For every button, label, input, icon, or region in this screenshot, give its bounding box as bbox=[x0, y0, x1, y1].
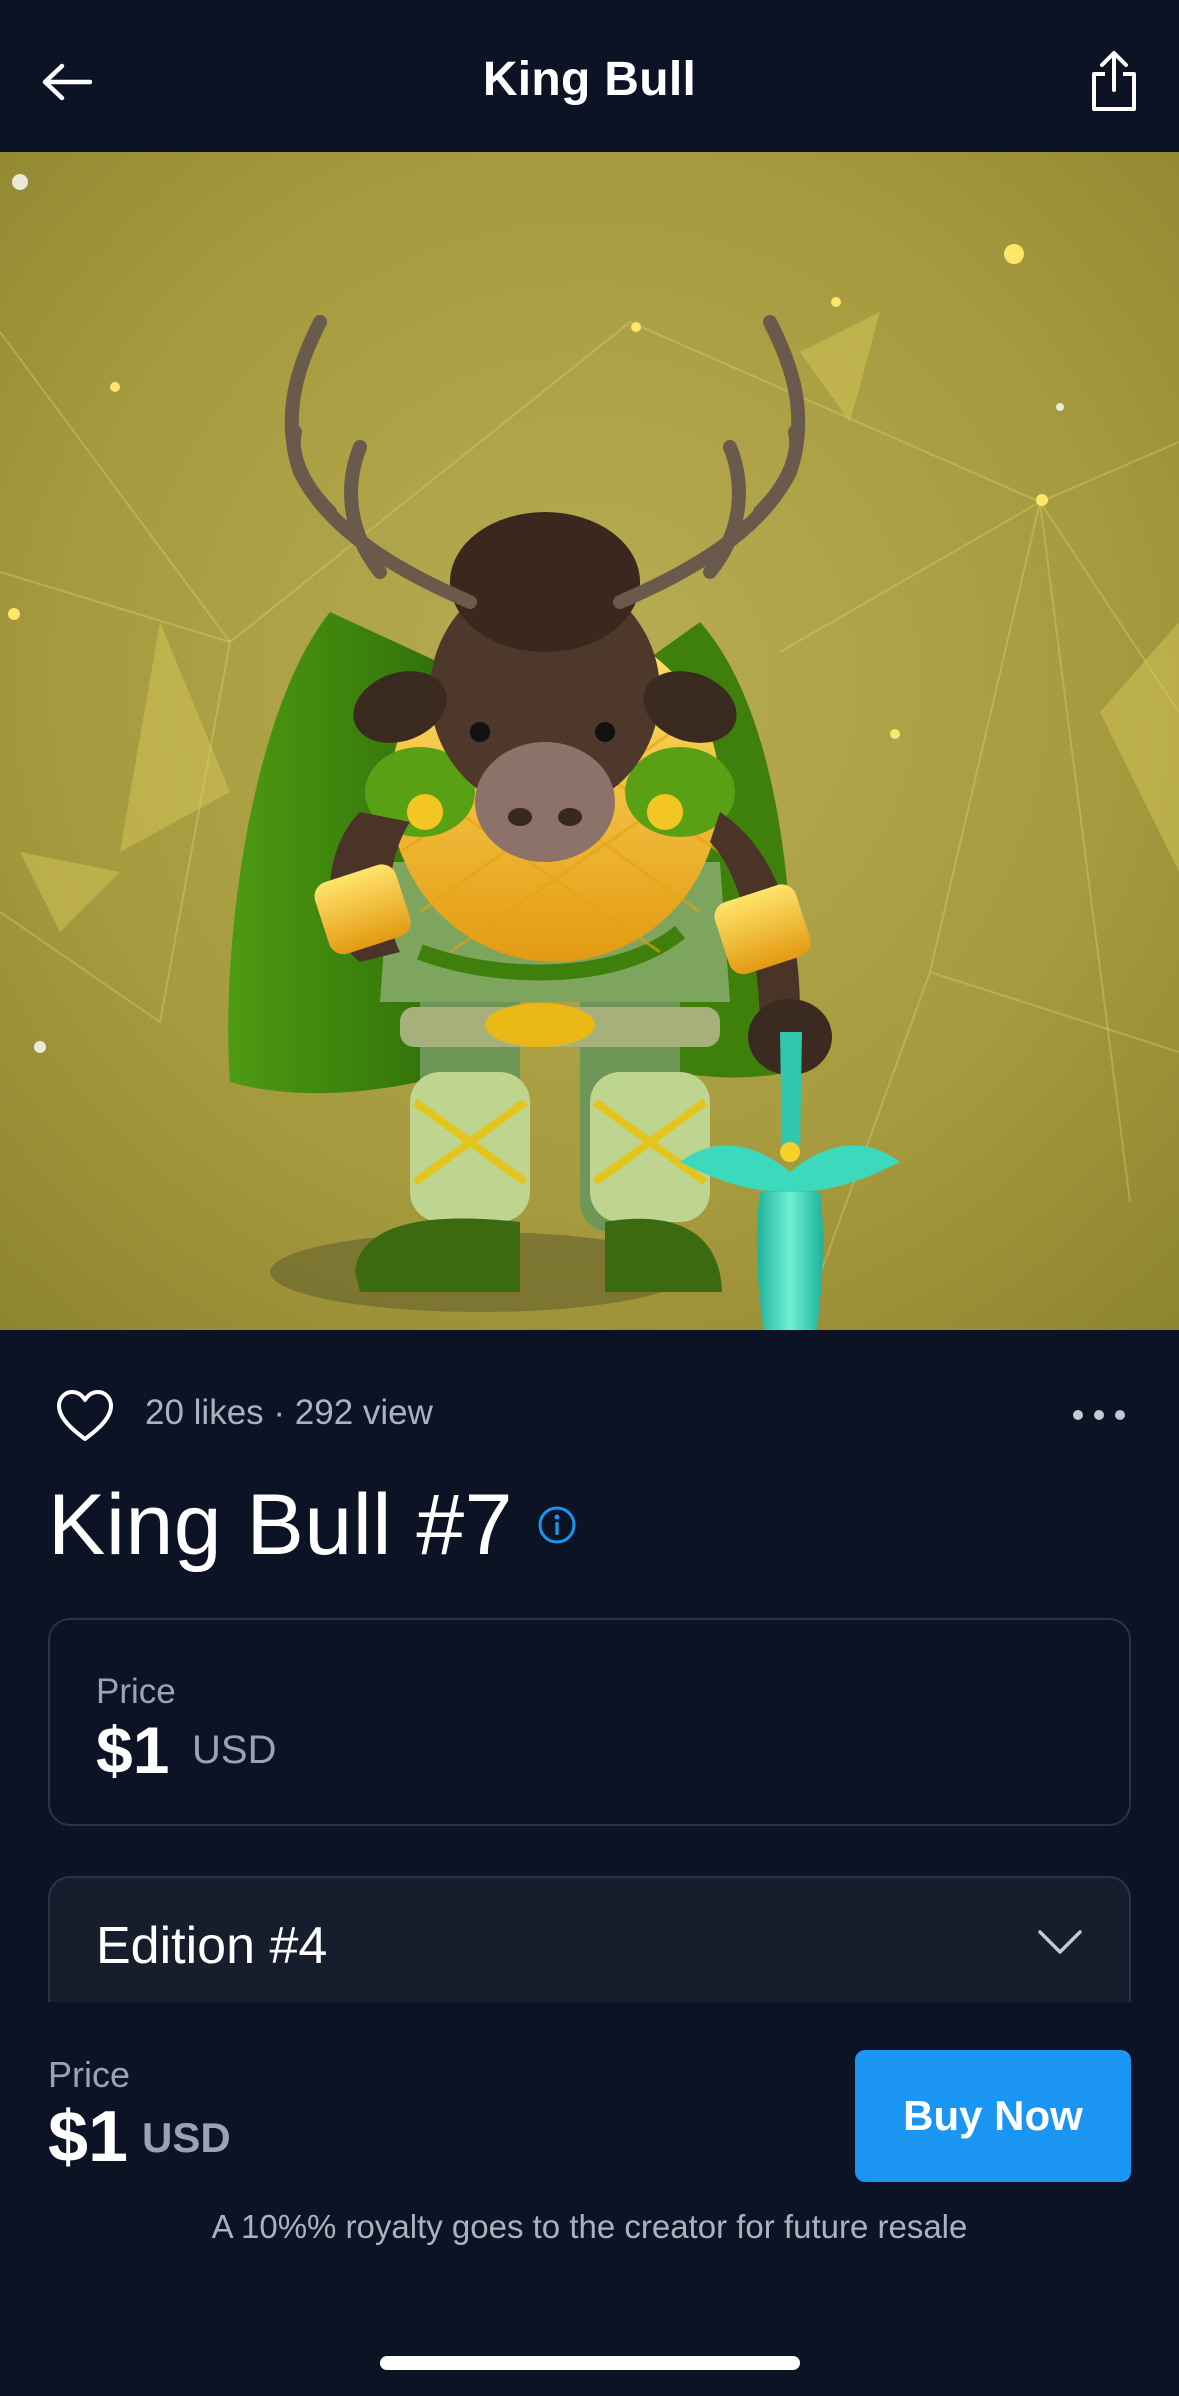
top-app-bar: King Bull bbox=[0, 0, 1179, 152]
more-horizontal-icon-dot bbox=[1094, 1410, 1104, 1420]
edition-selected-value: Edition #4 bbox=[96, 1917, 328, 1975]
chevron-down-icon bbox=[1038, 1930, 1082, 1954]
price-card: Price $1 USD bbox=[48, 1618, 1131, 1826]
home-indicator[interactable] bbox=[380, 2356, 800, 2370]
share-button[interactable] bbox=[1079, 46, 1149, 116]
nft-artwork-image[interactable] bbox=[0, 152, 1179, 1330]
purchase-bar: Price $1 USD Buy Now A 10%% royalty goes… bbox=[0, 2002, 1179, 2396]
bottom-price-currency: USD bbox=[142, 2114, 231, 2161]
heart-icon bbox=[57, 1390, 113, 1441]
more-options-button[interactable] bbox=[1059, 1390, 1139, 1440]
buy-now-button[interactable]: Buy Now bbox=[855, 2050, 1131, 2182]
royalty-note: A 10%% royalty goes to the creator for f… bbox=[211, 2208, 968, 2245]
price-currency: USD bbox=[192, 1728, 277, 1772]
nft-title: King Bull #7 bbox=[48, 1476, 513, 1573]
price-label: Price bbox=[96, 1672, 176, 1711]
bottom-price-label: Price bbox=[48, 2054, 131, 2095]
page-title: King Bull bbox=[482, 53, 697, 106]
edition-dropdown[interactable]: Edition #4 bbox=[48, 1876, 1131, 2006]
bottom-price-amount: $1 bbox=[48, 2097, 129, 2177]
info-icon bbox=[538, 1506, 576, 1544]
share-icon bbox=[1092, 51, 1136, 111]
price-amount: $1 bbox=[96, 1713, 170, 1787]
like-button[interactable] bbox=[50, 1384, 120, 1448]
more-horizontal-icon-dot bbox=[1115, 1410, 1125, 1420]
nft-title-row: King Bull #7 bbox=[48, 1470, 577, 1580]
likes-views-count: 20 likes · 292 view bbox=[145, 1393, 433, 1432]
more-horizontal-icon bbox=[1073, 1410, 1083, 1420]
info-button[interactable] bbox=[537, 1505, 577, 1545]
